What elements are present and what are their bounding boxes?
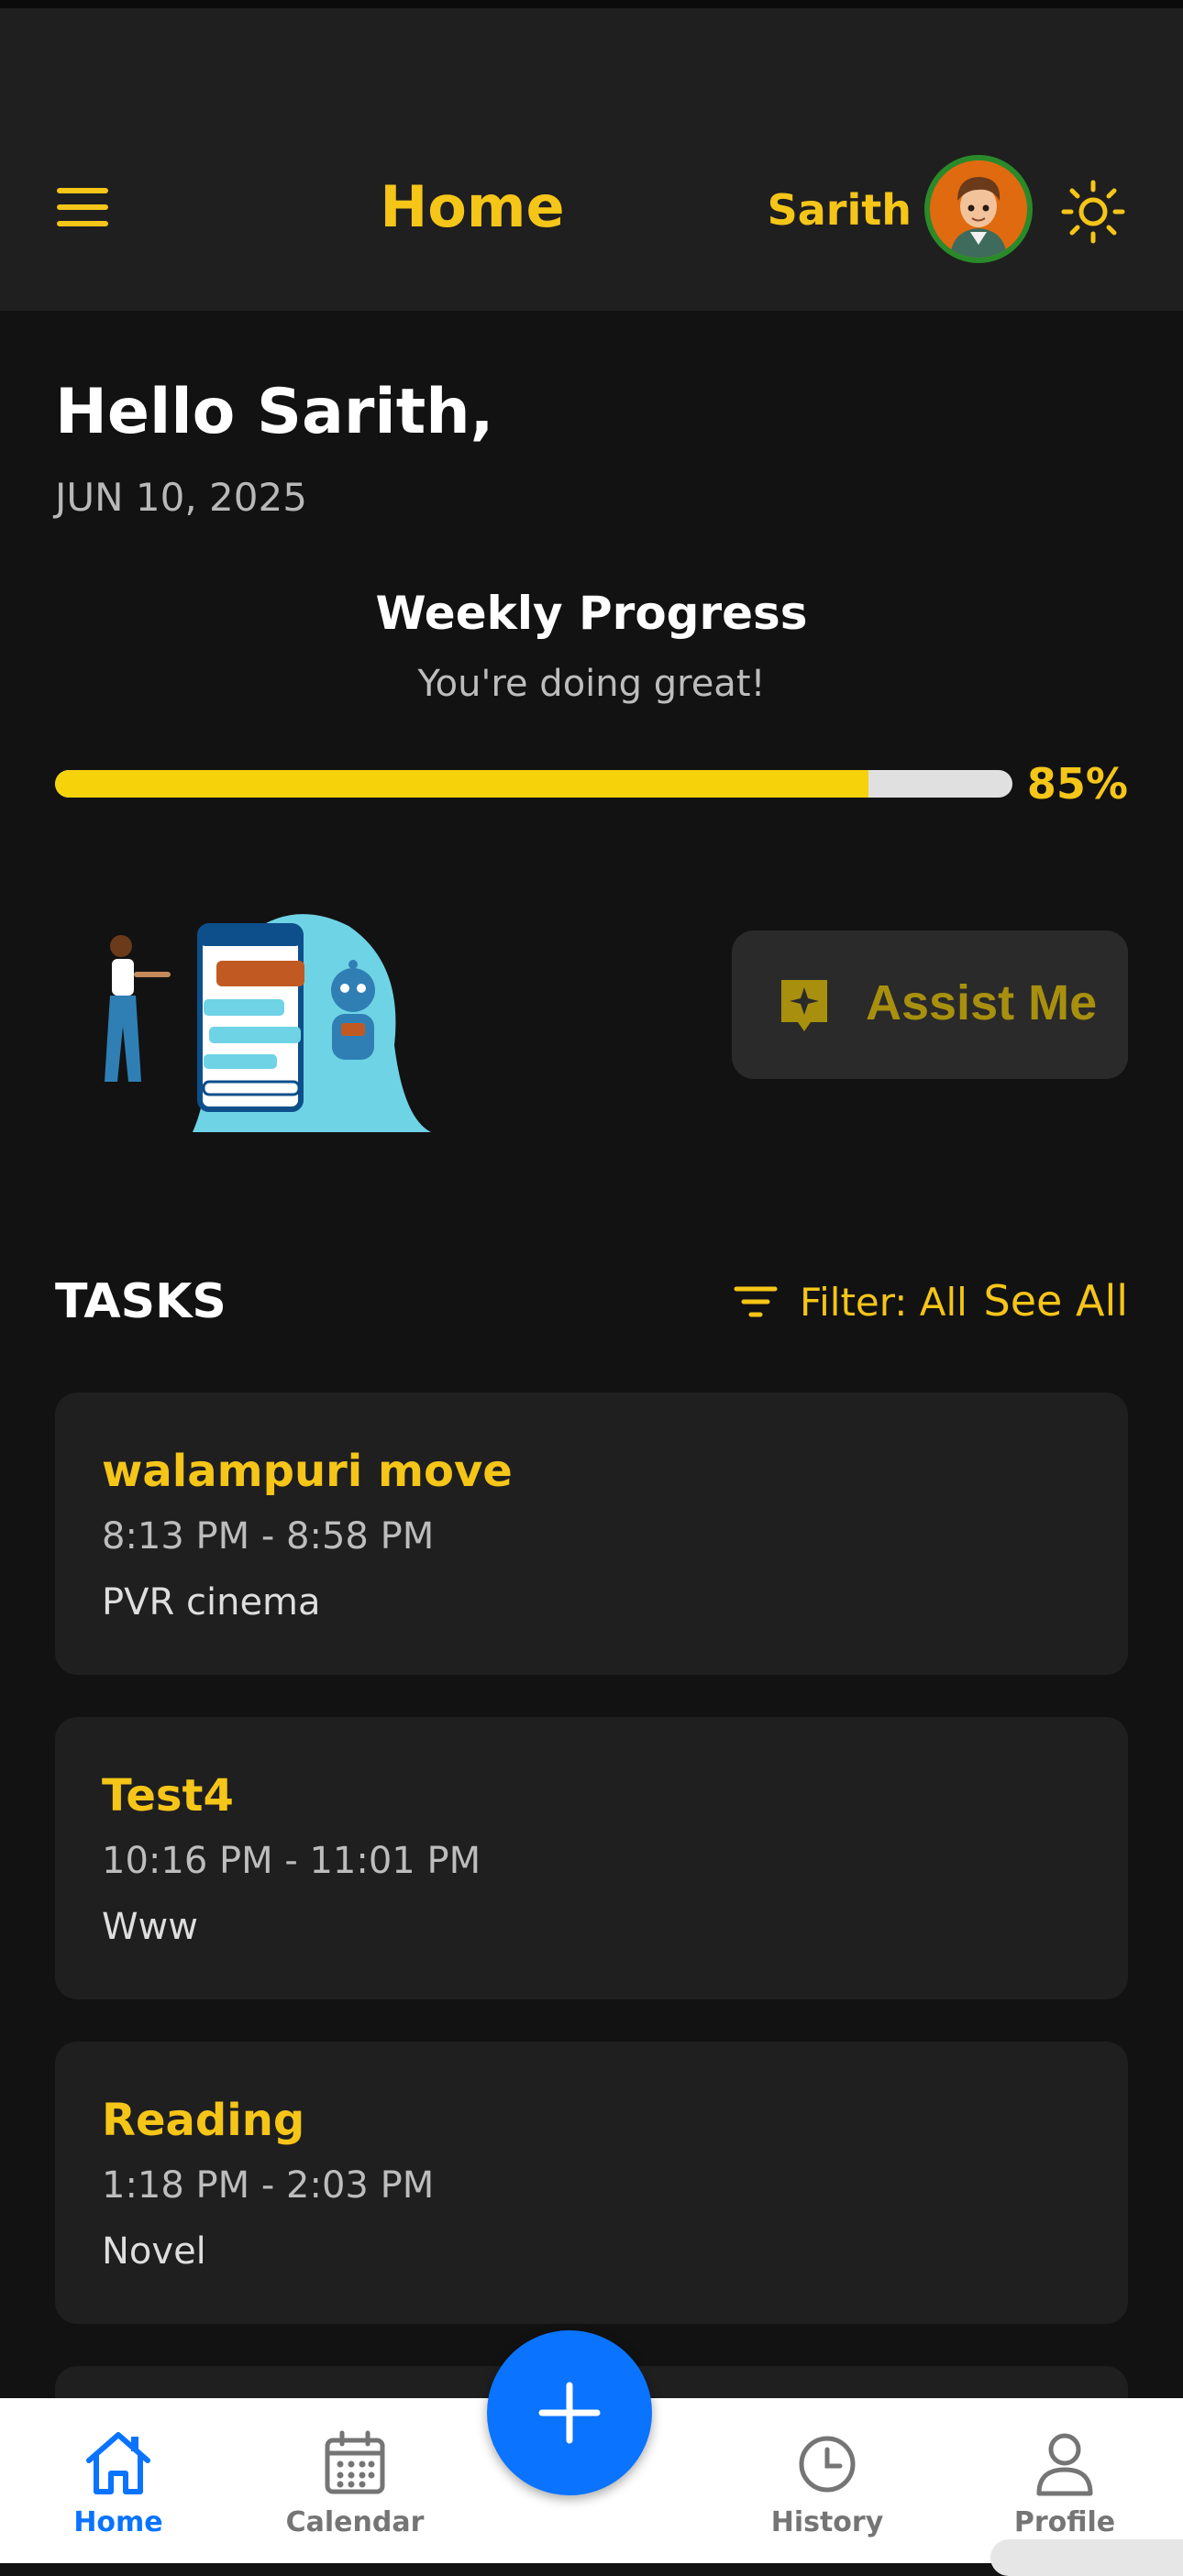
task-card[interactable]: Test4 10:16 PM - 11:01 PM Www <box>55 1717 1128 1999</box>
sparkle-icon <box>781 980 827 1031</box>
weekly-progress-subtitle: You're doing great! <box>417 663 766 705</box>
tasks-heading: TASKS <box>55 1274 227 1329</box>
avatar[interactable] <box>924 155 1033 263</box>
home-indicator <box>990 2539 1183 2576</box>
task-title: walampuri move <box>102 1446 513 1497</box>
task-description: PVR cinema <box>102 1581 321 1624</box>
add-task-button[interactable] <box>487 2330 652 2495</box>
clock-icon <box>799 2436 856 2493</box>
task-description: Www <box>102 1906 198 1948</box>
calendar-icon <box>325 2430 385 2494</box>
progress-bar-fill <box>55 770 869 798</box>
app-bar: Home Sarith <box>0 8 1183 311</box>
assistant-illustration <box>105 914 431 1132</box>
nav-item-calendar[interactable]: Calendar <box>272 2398 437 2563</box>
avatar-image <box>930 160 1027 258</box>
user-name: Sarith <box>767 185 912 235</box>
assist-me-button[interactable]: Assist Me <box>732 930 1128 1079</box>
nav-item-profile[interactable]: Profile <box>982 2398 1147 2563</box>
plus-icon <box>538 2382 601 2444</box>
task-card[interactable]: Reading 1:18 PM - 2:03 PM Novel <box>55 2042 1128 2324</box>
task-time: 10:16 PM - 11:01 PM <box>102 1840 481 1882</box>
nav-item-history[interactable]: History <box>745 2398 910 2563</box>
weekly-progress-title: Weekly Progress <box>375 587 808 640</box>
nav-label-calendar: Calendar <box>285 2506 425 2538</box>
nav-label-profile: Profile <box>1013 2506 1116 2538</box>
nav-label-history: History <box>770 2506 884 2538</box>
task-card[interactable]: walampuri move 8:13 PM - 8:58 PM PVR cin… <box>55 1393 1128 1675</box>
filter-label: Filter: All <box>800 1280 967 1325</box>
progress-percent: 85% <box>1026 759 1128 809</box>
task-title: Reading <box>102 2095 305 2146</box>
home-icon <box>86 2432 150 2494</box>
nav-label-home: Home <box>73 2506 163 2538</box>
task-title: Test4 <box>102 1770 234 1822</box>
person-icon <box>1036 2433 1093 2496</box>
weekly-progress-bar <box>55 770 1012 798</box>
status-strip <box>0 0 1183 8</box>
task-time: 1:18 PM - 2:03 PM <box>102 2164 435 2207</box>
task-time: 8:13 PM - 8:58 PM <box>102 1515 435 1558</box>
greeting-heading: Hello Sarith, <box>55 376 494 448</box>
see-all-link[interactable]: See All <box>984 1276 1128 1326</box>
filter-icon <box>734 1286 778 1317</box>
assist-me-label: Assist Me <box>866 975 1098 1030</box>
current-date: JUN 10, 2025 <box>55 475 307 520</box>
task-description: Novel <box>102 2230 206 2273</box>
sun-icon[interactable] <box>1060 179 1126 245</box>
nav-item-home[interactable]: Home <box>36 2398 201 2563</box>
